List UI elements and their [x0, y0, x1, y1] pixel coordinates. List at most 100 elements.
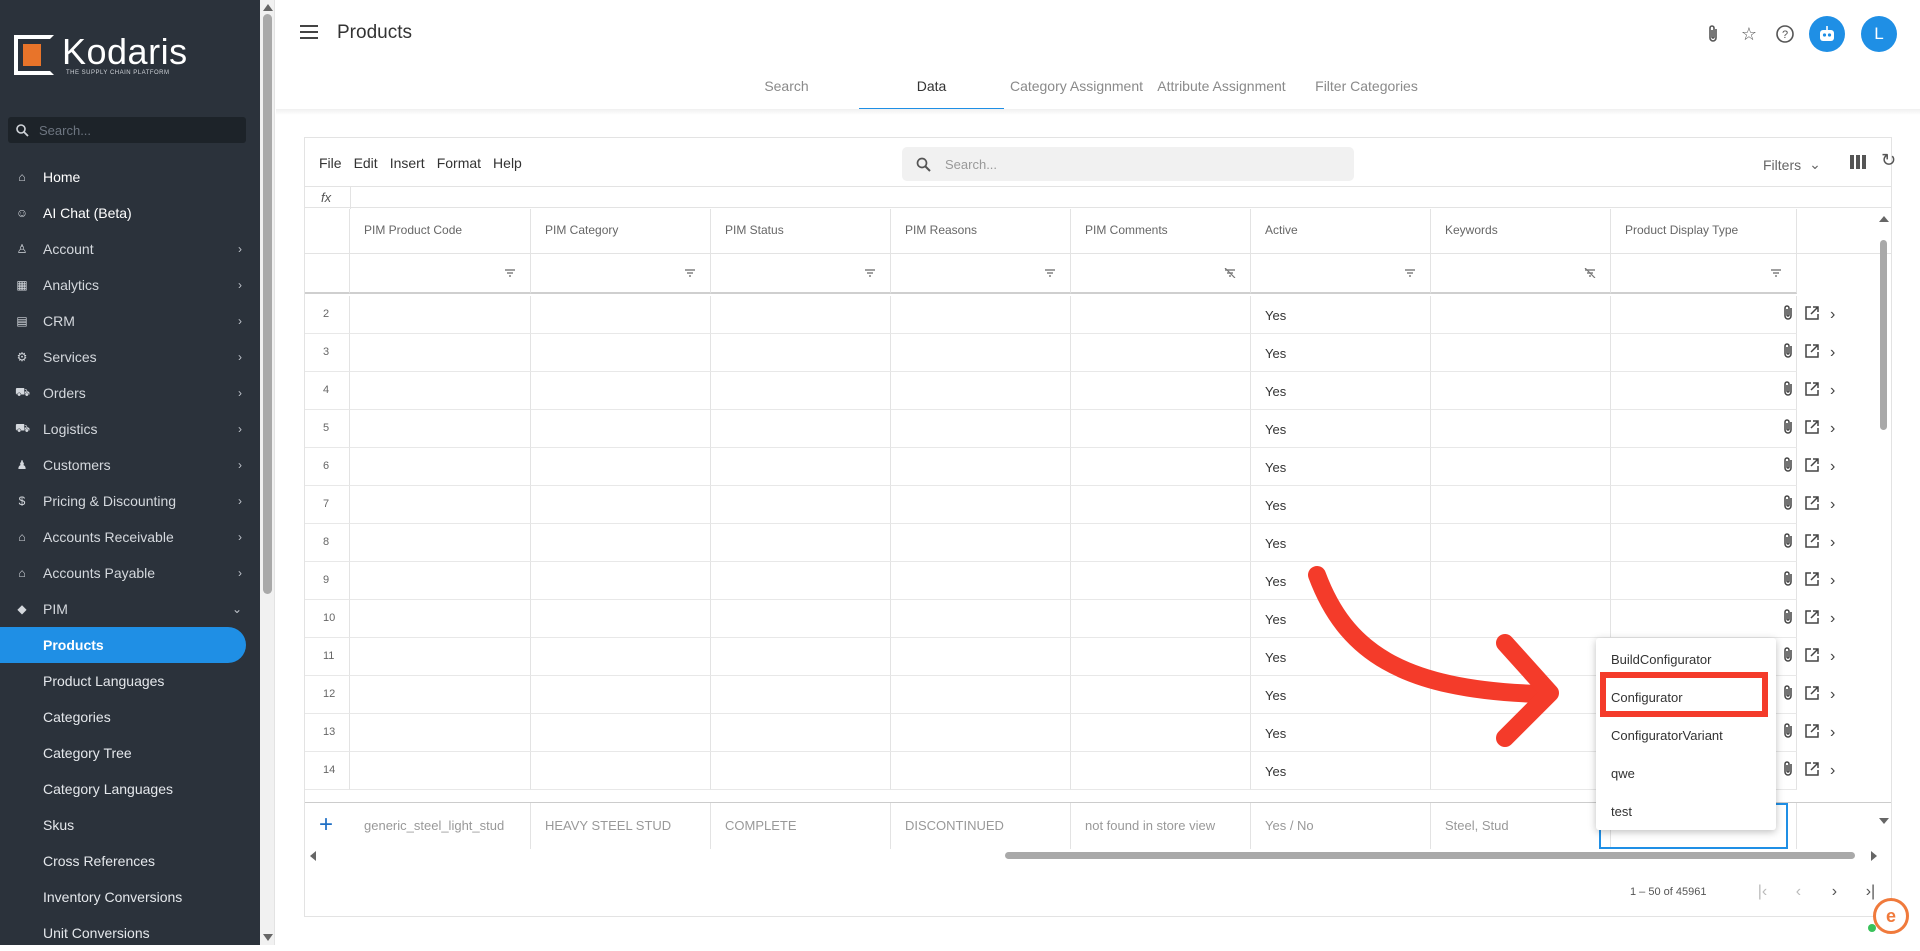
- cell-active[interactable]: Yes: [1251, 448, 1431, 486]
- open-external-icon[interactable]: [1804, 571, 1820, 592]
- table-row[interactable]: 4 Yes ›: [305, 372, 1891, 410]
- filter-icon[interactable]: [504, 267, 516, 281]
- sidebar-item-accounts-receivable[interactable]: ⌂ Accounts Receivable ›: [0, 519, 260, 555]
- table-cell[interactable]: [350, 752, 531, 790]
- table-cell[interactable]: [531, 372, 711, 410]
- table-cell[interactable]: [1611, 410, 1797, 448]
- sidebar-subitem-cross-references[interactable]: Cross References: [0, 843, 260, 879]
- open-external-icon[interactable]: [1804, 457, 1820, 478]
- table-cell[interactable]: [350, 448, 531, 486]
- column-header-pim-category[interactable]: PIM Category: [531, 209, 711, 254]
- table-cell[interactable]: [711, 372, 891, 410]
- grid-search-input[interactable]: Search...: [902, 147, 1354, 181]
- attachment-icon[interactable]: [1782, 418, 1794, 441]
- table-cell[interactable]: [531, 524, 711, 562]
- cell-active[interactable]: Yes: [1251, 334, 1431, 372]
- table-cell[interactable]: [531, 714, 711, 752]
- chevron-right-icon[interactable]: ›: [1830, 306, 1835, 324]
- sidebar-item-ai-chat-beta-[interactable]: ☺ AI Chat (Beta): [0, 195, 260, 231]
- table-cell[interactable]: [891, 562, 1071, 600]
- column-header-active[interactable]: Active: [1251, 209, 1431, 254]
- chevron-right-icon[interactable]: ›: [1830, 344, 1835, 362]
- menu-icon[interactable]: [300, 25, 318, 39]
- table-cell[interactable]: [1431, 296, 1611, 334]
- attachment-icon[interactable]: [1782, 494, 1794, 517]
- last-page-icon[interactable]: ›|: [1852, 883, 1888, 901]
- table-cell[interactable]: [1431, 410, 1611, 448]
- open-external-icon[interactable]: [1804, 533, 1820, 554]
- table-cell[interactable]: [711, 296, 891, 334]
- sidebar-subitem-inventory-conversions[interactable]: Inventory Conversions: [0, 879, 260, 915]
- cell-active[interactable]: Yes: [1251, 296, 1431, 334]
- prev-page-icon[interactable]: ‹: [1780, 883, 1816, 901]
- new-row-field-comments[interactable]: not found in store view: [1071, 803, 1251, 849]
- open-external-icon[interactable]: [1804, 609, 1820, 630]
- new-row-field-status[interactable]: COMPLETE: [711, 803, 891, 849]
- table-row[interactable]: 5 Yes ›: [305, 410, 1891, 448]
- table-row[interactable]: 2 Yes ›: [305, 296, 1891, 334]
- table-cell[interactable]: [1071, 600, 1251, 638]
- table-cell[interactable]: [1071, 714, 1251, 752]
- open-external-icon[interactable]: [1804, 381, 1820, 402]
- table-row[interactable]: 3 Yes ›: [305, 334, 1891, 372]
- open-external-icon[interactable]: [1804, 685, 1820, 706]
- table-cell[interactable]: [891, 486, 1071, 524]
- column-header-product-display-type[interactable]: Product Display Type: [1611, 209, 1797, 254]
- table-cell[interactable]: [1611, 372, 1797, 410]
- column-header-keywords[interactable]: Keywords: [1431, 209, 1611, 254]
- column-header-pim-reasons[interactable]: PIM Reasons: [891, 209, 1071, 254]
- sidebar-item-accounts-payable[interactable]: ⌂ Accounts Payable ›: [0, 555, 260, 591]
- table-cell[interactable]: [1071, 410, 1251, 448]
- open-external-icon[interactable]: [1804, 761, 1820, 782]
- table-cell[interactable]: [531, 486, 711, 524]
- filters-button[interactable]: Filters ⌄: [1763, 156, 1821, 173]
- sidebar-subitem-unit-conversions[interactable]: Unit Conversions: [0, 915, 260, 951]
- chevron-right-icon[interactable]: ›: [1830, 534, 1835, 552]
- table-cell[interactable]: [711, 714, 891, 752]
- column-header-pim-product-code[interactable]: PIM Product Code: [350, 209, 531, 254]
- table-cell[interactable]: [531, 448, 711, 486]
- table-cell[interactable]: [1071, 752, 1251, 790]
- filter-icon[interactable]: [1044, 267, 1056, 281]
- table-cell[interactable]: [1431, 524, 1611, 562]
- table-cell[interactable]: [531, 752, 711, 790]
- paperclip-icon[interactable]: [1701, 22, 1725, 46]
- table-row[interactable]: 6 Yes ›: [305, 448, 1891, 486]
- tab-attribute-assignment[interactable]: Attribute Assignment: [1149, 70, 1294, 109]
- new-row-field-category[interactable]: HEAVY STEEL STUD: [531, 803, 711, 849]
- column-filter-pim-status[interactable]: [711, 254, 891, 294]
- table-cell[interactable]: [711, 524, 891, 562]
- chevron-right-icon[interactable]: ›: [1830, 610, 1835, 628]
- menu-file[interactable]: File: [319, 155, 342, 171]
- table-cell[interactable]: [531, 334, 711, 372]
- sidebar-item-account[interactable]: ♙ Account ›: [0, 231, 260, 267]
- table-cell[interactable]: [531, 410, 711, 448]
- column-header-pim-comments[interactable]: PIM Comments: [1071, 209, 1251, 254]
- sidebar-item-services[interactable]: ⚙ Services ›: [0, 339, 260, 375]
- attachment-icon[interactable]: [1782, 342, 1794, 365]
- column-filter-product-display-type[interactable]: [1611, 254, 1797, 294]
- chevron-right-icon[interactable]: ›: [1830, 382, 1835, 400]
- table-cell[interactable]: [350, 372, 531, 410]
- filter-icon[interactable]: [684, 267, 696, 281]
- user-avatar[interactable]: L: [1861, 16, 1897, 52]
- tab-filter-categories[interactable]: Filter Categories: [1294, 70, 1439, 109]
- table-cell[interactable]: [891, 638, 1071, 676]
- table-cell[interactable]: [1071, 486, 1251, 524]
- column-filter-pim-product-code[interactable]: [350, 254, 531, 294]
- table-cell[interactable]: [531, 296, 711, 334]
- table-cell[interactable]: [891, 676, 1071, 714]
- sidebar-subitem-category-tree[interactable]: Category Tree: [0, 735, 260, 771]
- sidebar-item-customers[interactable]: ♟ Customers ›: [0, 447, 260, 483]
- sidebar-subitem-skus[interactable]: Skus: [0, 807, 260, 843]
- tab-search[interactable]: Search: [714, 70, 859, 109]
- open-external-icon[interactable]: [1804, 723, 1820, 744]
- table-cell[interactable]: [1431, 752, 1611, 790]
- sidebar-item-home[interactable]: ⌂ Home: [0, 159, 260, 195]
- horizontal-scrollbar[interactable]: [305, 848, 1891, 862]
- table-cell[interactable]: [1431, 486, 1611, 524]
- column-filter-pim-comments[interactable]: [1071, 254, 1251, 294]
- menu-insert[interactable]: Insert: [390, 155, 425, 171]
- table-cell[interactable]: [531, 638, 711, 676]
- table-row[interactable]: 8 Yes ›: [305, 524, 1891, 562]
